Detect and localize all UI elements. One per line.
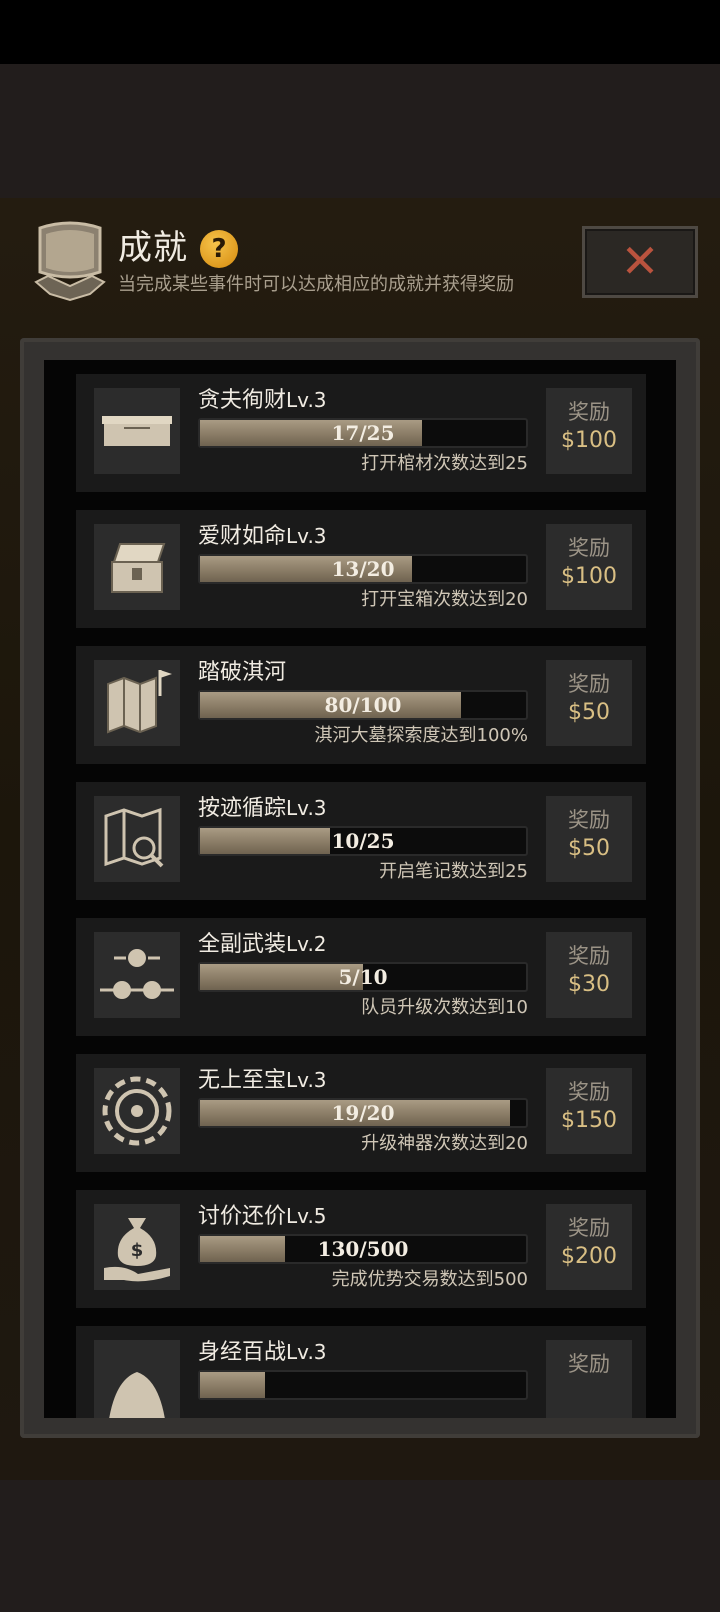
achievement-title: 按迹循踪Lv.3 (198, 796, 327, 821)
progress-bar: 130/500 (198, 1234, 528, 1264)
achievement-title: 踏破淇河 (198, 660, 287, 685)
achievement-title: 贪夫徇财Lv.3 (198, 388, 327, 413)
achievement-title: 无上至宝Lv.3 (198, 1068, 327, 1093)
reward-button[interactable]: 奖励 $150 (546, 1068, 632, 1154)
achievement-description: 开启笔记数达到25 (379, 861, 528, 882)
question-mark-icon[interactable]: ? (200, 230, 238, 268)
achievement-title: 全副武装Lv.2 (198, 932, 327, 957)
page-title: 成就 (118, 228, 188, 268)
achievement-row: 身经百战Lv.3 奖励 (76, 1326, 646, 1418)
background-bottom (0, 1480, 720, 1612)
close-icon: ✕ (620, 234, 660, 288)
achievement-row: 按迹循踪Lv.3 10/25 开启笔记数达到25 奖励 $50 (76, 782, 646, 900)
rank-stars-icon (94, 932, 180, 1018)
progress-text: 10/25 (331, 829, 395, 853)
reward-button[interactable]: 奖励 $100 (546, 524, 632, 610)
reward-button[interactable]: 奖励 (546, 1340, 632, 1418)
page-subtitle: 当完成某些事件时可以达成相应的成就并获得奖励 (118, 274, 514, 295)
achievement-description: 队员升级次数达到10 (361, 997, 528, 1018)
progress-bar: 13/20 (198, 554, 528, 584)
svg-text:$: $ (131, 1240, 144, 1261)
achievement-description: 打开棺材次数达到25 (361, 453, 528, 474)
progress-bar: 10/25 (198, 826, 528, 856)
progress-bar: 17/25 (198, 418, 528, 448)
achievement-row: $ 讨价还价Lv.5 130/500 完成优势交易数达到500 奖励 $200 (76, 1190, 646, 1308)
reward-button[interactable]: 奖励 $50 (546, 796, 632, 882)
achievement-list-frame: 贪夫徇财Lv.3 17/25 打开棺材次数达到25 奖励 $100 爱财如命Lv.… (20, 338, 700, 1438)
achievement-title: 身经百战Lv.3 (198, 1340, 327, 1365)
achievement-description: 升级神器次数达到20 (361, 1133, 528, 1154)
reward-button[interactable]: 奖励 $50 (546, 660, 632, 746)
progress-text (200, 1372, 526, 1398)
money-bag-hand-icon: $ (94, 1204, 180, 1290)
coffin-icon (94, 388, 180, 474)
achievement-row: 贪夫徇财Lv.3 17/25 打开棺材次数达到25 奖励 $100 (76, 374, 646, 492)
background-top (0, 64, 720, 198)
progress-text: 17/25 (331, 421, 395, 445)
close-button[interactable]: ✕ (582, 226, 698, 298)
achievement-description: 打开宝箱次数达到20 (361, 589, 528, 610)
progress-bar: 80/100 (198, 690, 528, 720)
achievement-row: 爱财如命Lv.3 13/20 打开宝箱次数达到20 奖励 $100 (76, 510, 646, 628)
reward-button[interactable]: 奖励 $100 (546, 388, 632, 474)
achievement-list[interactable]: 贪夫徇财Lv.3 17/25 打开棺材次数达到25 奖励 $100 爱财如命Lv.… (44, 360, 676, 1418)
battle-icon (94, 1340, 180, 1418)
reward-button[interactable]: 奖励 $200 (546, 1204, 632, 1290)
reward-button[interactable]: 奖励 $30 (546, 932, 632, 1018)
progress-bar: 19/20 (198, 1098, 528, 1128)
achievement-title: 爱财如命Lv.3 (198, 524, 327, 549)
achievement-title: 讨价还价Lv.5 (198, 1204, 327, 1229)
progress-text: 5/10 (338, 965, 388, 989)
achievement-row: 无上至宝Lv.3 19/20 升级神器次数达到20 奖励 $150 (76, 1054, 646, 1172)
progress-bar (198, 1370, 528, 1400)
progress-text: 80/100 (324, 693, 402, 717)
achievement-row: 全副武装Lv.2 5/10 队员升级次数达到10 奖励 $30 (76, 918, 646, 1036)
progress-bar: 5/10 (198, 962, 528, 992)
shield-badge-icon (34, 220, 106, 302)
progress-text: 19/20 (331, 1101, 395, 1125)
status-bar (0, 0, 720, 64)
map-flag-icon (94, 660, 180, 746)
achievement-row: 踏破淇河 80/100 淇河大墓探索度达到100% 奖励 $50 (76, 646, 646, 764)
achievement-description: 淇河大墓探索度达到100% (314, 725, 528, 746)
achievement-description: 完成优势交易数达到500 (331, 1269, 528, 1290)
progress-text: 130/500 (317, 1237, 409, 1261)
artifact-disc-icon (94, 1068, 180, 1154)
progress-text: 13/20 (331, 557, 395, 581)
map-search-icon (94, 796, 180, 882)
treasure-chest-icon (94, 524, 180, 610)
